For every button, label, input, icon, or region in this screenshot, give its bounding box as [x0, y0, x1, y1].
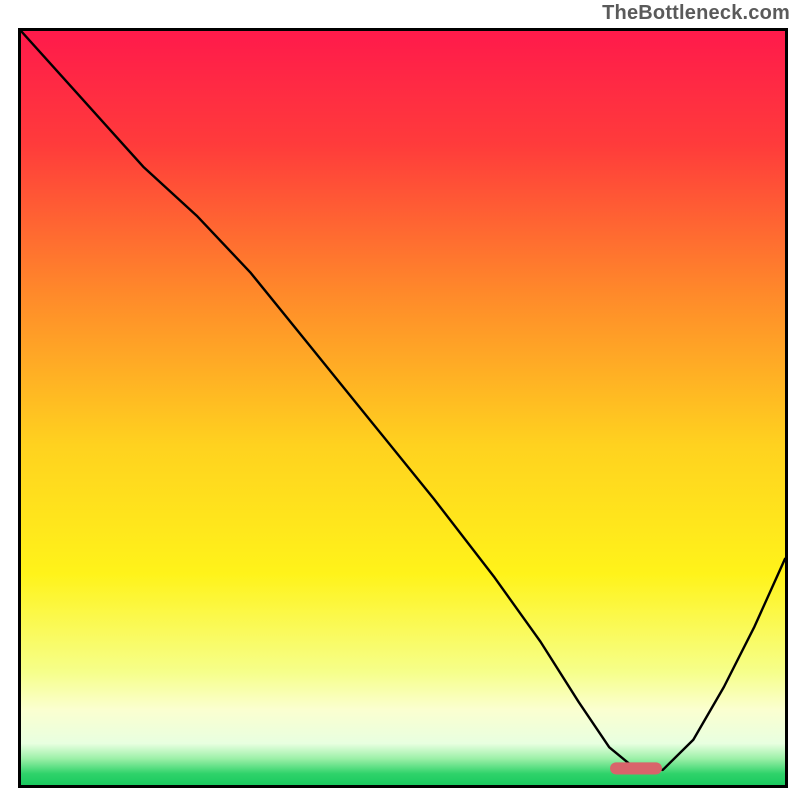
watermark-text: TheBottleneck.com [602, 2, 790, 25]
chart-frame: TheBottleneck.com [0, 0, 800, 800]
plot-area [18, 28, 788, 788]
plot-svg [21, 31, 785, 785]
optimal-range-marker [610, 762, 662, 774]
gradient-background [21, 31, 785, 785]
